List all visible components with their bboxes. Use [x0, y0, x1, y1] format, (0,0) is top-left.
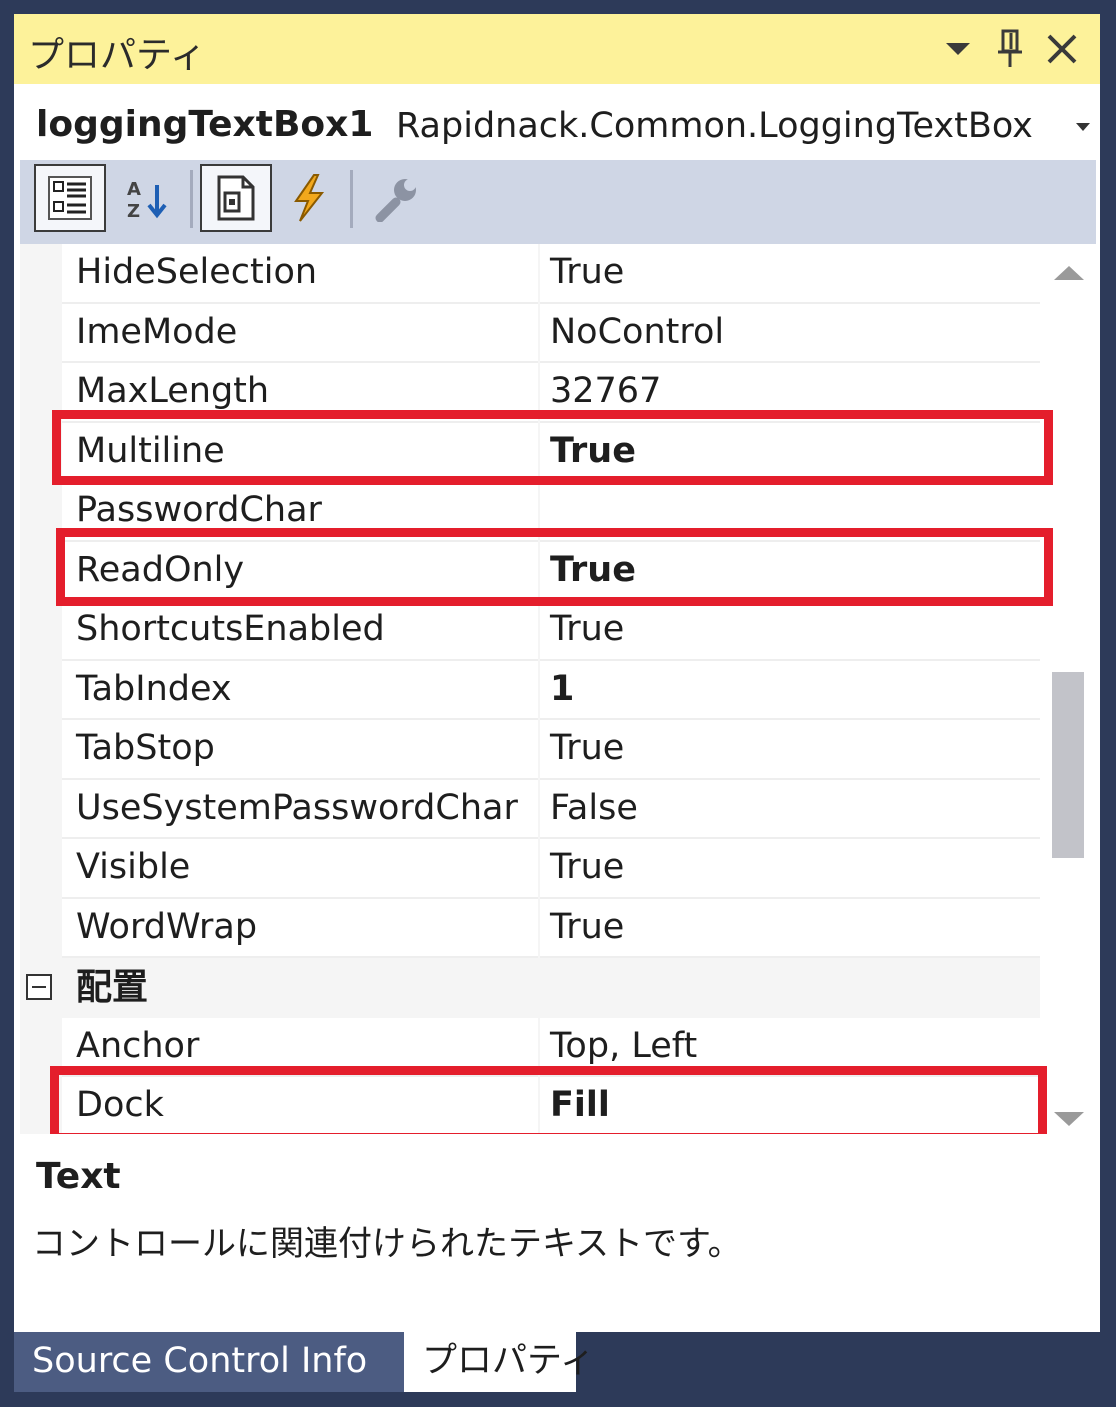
toolbar-separator	[190, 170, 193, 228]
property-value[interactable]: True	[540, 601, 1040, 661]
property-value[interactable]: True	[540, 839, 1040, 899]
highlight-dock	[50, 1066, 1047, 1142]
tab-source-control-info[interactable]: Source Control Info	[14, 1332, 404, 1392]
property-value[interactable]: False	[540, 779, 1040, 839]
scrollbar[interactable]	[1046, 244, 1100, 1134]
svg-text:A: A	[127, 179, 141, 200]
property-value[interactable]: True	[540, 898, 1040, 958]
property-row[interactable]: TabStop True	[20, 720, 1040, 780]
highlight-multiline	[52, 410, 1053, 485]
property-name[interactable]: ShortcutsEnabled	[62, 601, 538, 661]
scroll-down-icon[interactable]	[1054, 1112, 1084, 1126]
toolbar: A Z	[20, 160, 1096, 244]
property-name[interactable]: Visible	[62, 839, 538, 899]
panel-title: プロパティ	[28, 35, 206, 76]
category-header[interactable]: 配置	[20, 958, 1040, 1018]
alphabetical-icon[interactable]: A Z	[112, 164, 184, 232]
properties-panel: プロパティ loggingTextBox1 Rapidnack.Common.L…	[14, 14, 1100, 1332]
title-bar: プロパティ	[14, 14, 1100, 84]
description-pane: Text コントロールに関連付けられたテキストです。	[14, 1134, 1100, 1332]
property-row[interactable]: ImeMode NoControl	[20, 303, 1040, 363]
object-type: Rapidnack.Common.LoggingTextBox	[396, 106, 1033, 146]
row-gutter	[20, 779, 62, 839]
collapse-icon[interactable]	[26, 974, 52, 1000]
property-grid: HideSelection True ImeMode NoControl MaxLeng…	[20, 244, 1040, 1137]
row-gutter	[20, 660, 62, 720]
property-value[interactable]: NoControl	[540, 303, 1040, 363]
highlight-readonly	[56, 528, 1053, 606]
row-gutter	[20, 839, 62, 899]
pin-icon[interactable]	[988, 24, 1032, 74]
property-name[interactable]: TabStop	[62, 720, 538, 780]
property-row[interactable]: TabIndex 1	[20, 660, 1040, 720]
category-label: 配置	[76, 967, 149, 1008]
property-value[interactable]: True	[540, 720, 1040, 780]
property-value[interactable]: True	[540, 244, 1040, 304]
row-gutter	[20, 720, 62, 780]
window-menu-icon[interactable]	[936, 24, 980, 74]
property-row[interactable]: WordWrap True	[20, 898, 1040, 958]
property-row[interactable]: Visible True	[20, 839, 1040, 899]
property-row[interactable]: HideSelection True	[20, 244, 1040, 304]
object-name: loggingTextBox1	[36, 104, 374, 145]
property-pages-icon[interactable]	[360, 164, 432, 232]
property-name[interactable]: HideSelection	[62, 244, 538, 304]
tab-properties[interactable]: プロパティ	[404, 1332, 595, 1392]
row-gutter	[20, 601, 62, 661]
chevron-down-icon[interactable]	[1074, 114, 1092, 139]
property-name[interactable]: ImeMode	[62, 303, 538, 363]
property-value[interactable]: 1	[540, 660, 1040, 720]
events-icon[interactable]	[272, 164, 344, 232]
description-title: Text	[36, 1156, 121, 1197]
scrollbar-thumb[interactable]	[1052, 672, 1084, 858]
property-row[interactable]: UseSystemPasswordChar False	[20, 779, 1040, 839]
description-text: コントロールに関連付けられたテキストです。	[32, 1224, 742, 1264]
categorized-icon[interactable]	[34, 164, 106, 232]
row-gutter	[20, 303, 62, 363]
property-name[interactable]: WordWrap	[62, 898, 538, 958]
close-icon[interactable]	[1040, 24, 1084, 74]
property-name[interactable]: UseSystemPasswordChar	[62, 779, 538, 839]
toolbar-separator	[350, 170, 353, 228]
bottom-tabs: Source Control Info プロパティ	[14, 1332, 1100, 1392]
property-name[interactable]: TabIndex	[62, 660, 538, 720]
properties-icon[interactable]	[200, 164, 272, 232]
svg-text:Z: Z	[127, 201, 140, 221]
row-gutter	[20, 244, 62, 304]
row-gutter	[20, 898, 62, 958]
scroll-up-icon[interactable]	[1054, 266, 1084, 280]
property-row[interactable]: ShortcutsEnabled True	[20, 601, 1040, 661]
